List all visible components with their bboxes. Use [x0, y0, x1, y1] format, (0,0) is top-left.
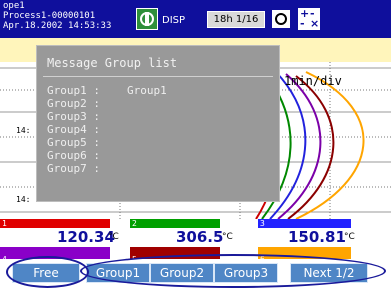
- channel-number: 2: [132, 219, 137, 228]
- channel-value: 306.5: [176, 228, 224, 246]
- dialog-title: Message Group list: [47, 56, 178, 70]
- user-name: ope1: [3, 1, 25, 11]
- channel-color-bar: [258, 219, 351, 228]
- highlight-oval-free: [6, 256, 89, 288]
- channel-unit: °C: [222, 232, 233, 242]
- group-row[interactable]: Group1 : Group1: [47, 84, 167, 97]
- channel-unit: °C: [108, 232, 119, 242]
- message-group-dialog[interactable]: Message Group list Group1 : Group1 Group2…: [36, 45, 280, 202]
- scale-label: 1min/div: [284, 74, 342, 88]
- group-row[interactable]: Group3 :: [47, 110, 127, 123]
- group-row[interactable]: Group2 :: [47, 97, 127, 110]
- group-row[interactable]: Group7 :: [47, 162, 127, 175]
- channel-color-bar: [130, 219, 220, 228]
- channel-value: 150.81: [288, 228, 346, 246]
- channel-readout-3: 3 150.81 °C: [258, 219, 391, 246]
- channel-color-bar: [0, 219, 110, 228]
- time-label: 14:: [16, 195, 31, 204]
- time-label: 14:: [16, 126, 31, 135]
- channel-number: 3: [260, 219, 265, 228]
- group-row[interactable]: Group5 :: [47, 136, 127, 149]
- highlight-oval-groups: [80, 254, 386, 288]
- channel-value: 120.34: [57, 228, 115, 246]
- channel-number: 1: [2, 219, 7, 228]
- group-icon[interactable]: [136, 8, 158, 30]
- group-row[interactable]: Group4 :: [47, 123, 127, 136]
- snapshot-icon[interactable]: [270, 8, 292, 30]
- trace-purple: [277, 73, 322, 219]
- channel-unit: °C: [344, 232, 355, 242]
- batch-name: Process1-00000101: [3, 11, 96, 21]
- status-header: ope1 Process1-00000101 Apr.18.2002 14:53…: [0, 0, 391, 38]
- time-span-button[interactable]: 18h 1/16: [207, 11, 265, 28]
- channel-readout-1: 1 120.34 °C: [0, 219, 130, 246]
- recorder-screen: ope1 Process1-00000101 Apr.18.2002 14:53…: [0, 0, 391, 288]
- channel-readout-2: 2 306.5 °C: [130, 219, 258, 246]
- group-row[interactable]: Group6 :: [47, 149, 127, 162]
- plus-minus-icon[interactable]: + - - ×: [298, 7, 320, 30]
- date-time: Apr.18.2002 14:53:33: [3, 21, 112, 31]
- dialog-divider: [43, 76, 273, 77]
- disp-label: DISP: [162, 15, 186, 26]
